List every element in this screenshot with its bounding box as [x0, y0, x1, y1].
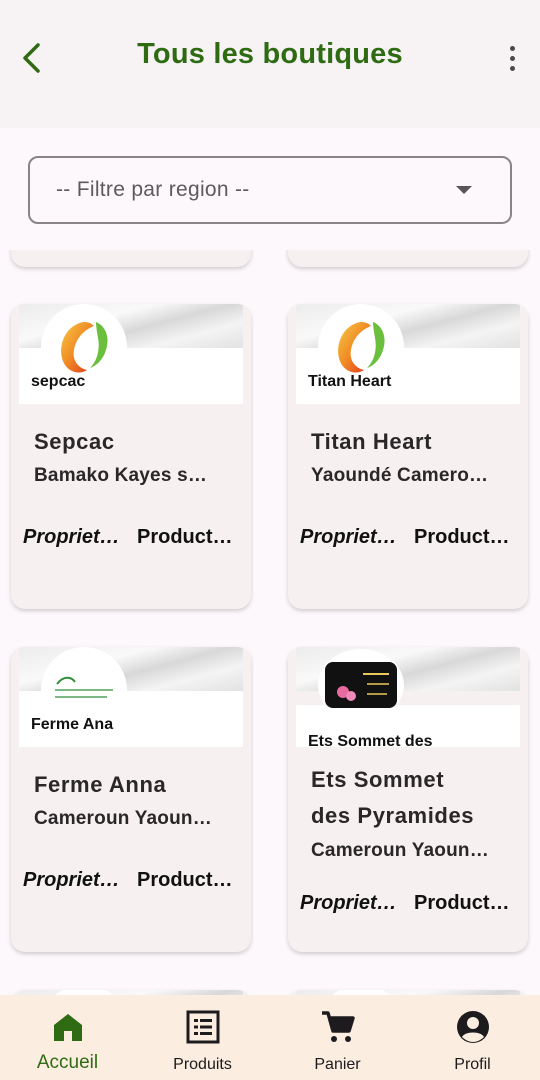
pyramides-logo [325, 662, 397, 708]
shop-name: Sepcac [34, 429, 115, 454]
products-link[interactable]: Product… [137, 869, 241, 892]
shop-banner: sepcac [11, 304, 251, 404]
list-icon [186, 1010, 219, 1044]
owner-link[interactable]: Propriet… [300, 526, 400, 549]
nav-accueil-label: Accueil [36, 1052, 99, 1073]
region-filter-dropdown[interactable]: -- Filtre par region -- [28, 156, 512, 224]
shop-card[interactable]: Ets Sommet des Ets Sommet des Pyramides … [288, 647, 528, 952]
nav-produits[interactable]: Produits [135, 995, 270, 1080]
account-icon [456, 1011, 489, 1043]
shop-banner-label: sepcac [31, 373, 86, 390]
nav-panier[interactable]: Panier [270, 995, 405, 1080]
owner-link[interactable]: Propriet… [23, 526, 123, 549]
shop-banner: Titan Heart [288, 304, 528, 404]
shop-banner: Ets Sommet des [288, 647, 528, 750]
owner-link[interactable]: Propriet… [300, 892, 400, 915]
shop-banner-label: Titan Heart [308, 373, 392, 390]
more-vert-icon [509, 45, 515, 51]
shop-name: Ets Sommet [311, 767, 445, 792]
shop-card-partial[interactable] [11, 250, 251, 267]
region-filter-placeholder: -- Filtre par region -- [56, 178, 250, 201]
owner-link[interactable]: Propriet… [23, 869, 123, 892]
products-link[interactable]: Product… [137, 526, 241, 549]
nav-profil[interactable]: Profil [405, 995, 540, 1080]
shop-grid[interactable]: sepcac Sepcac Bamako Kayes s… Propriet… … [0, 250, 540, 995]
shop-address: Bamako Kayes s… [34, 465, 208, 486]
nav-produits-label: Produits [173, 1056, 232, 1073]
mango-icon [338, 322, 385, 373]
mango-icon [61, 322, 108, 373]
farm-logo [55, 676, 113, 698]
products-link[interactable]: Product… [414, 892, 518, 915]
shop-card[interactable]: Ferme Ana Ferme Anna Cameroun Yaoun… Pro… [11, 647, 251, 952]
app-bar: Tous les boutiques [0, 0, 540, 128]
nav-accueil[interactable]: Accueil [0, 995, 135, 1080]
shop-name-line2: des Pyramides [311, 803, 475, 828]
dropdown-arrow-icon [456, 186, 472, 194]
shop-name: Titan Heart [311, 429, 433, 454]
home-icon [53, 1014, 82, 1041]
shop-card[interactable]: Titan Heart Titan Heart Yaoundé Camero… … [288, 304, 528, 609]
page-title: Tous les boutiques [137, 38, 403, 70]
shop-banner: Ferme Ana [11, 647, 251, 747]
bottom-navigation: Accueil Produits Panier Profil [0, 995, 540, 1080]
shop-logo [318, 649, 404, 721]
shop-address: Cameroun Yaoun… [311, 840, 489, 861]
cart-icon [321, 1011, 355, 1042]
shop-banner-label: Ferme Ana [31, 716, 114, 733]
shop-banner-label: Ets Sommet des [308, 733, 433, 750]
shop-card[interactable]: sepcac Sepcac Bamako Kayes s… Propriet… … [11, 304, 251, 609]
shop-name: Ferme Anna [34, 772, 167, 797]
nav-panier-label: Panier [314, 1056, 361, 1073]
shop-address: Cameroun Yaoun… [34, 808, 212, 829]
more-options-button[interactable] [502, 40, 522, 76]
shop-card-partial[interactable] [288, 250, 528, 267]
nav-profil-label: Profil [454, 1056, 491, 1073]
products-link[interactable]: Product… [414, 526, 518, 549]
shop-address: Yaoundé Camero… [311, 465, 489, 486]
